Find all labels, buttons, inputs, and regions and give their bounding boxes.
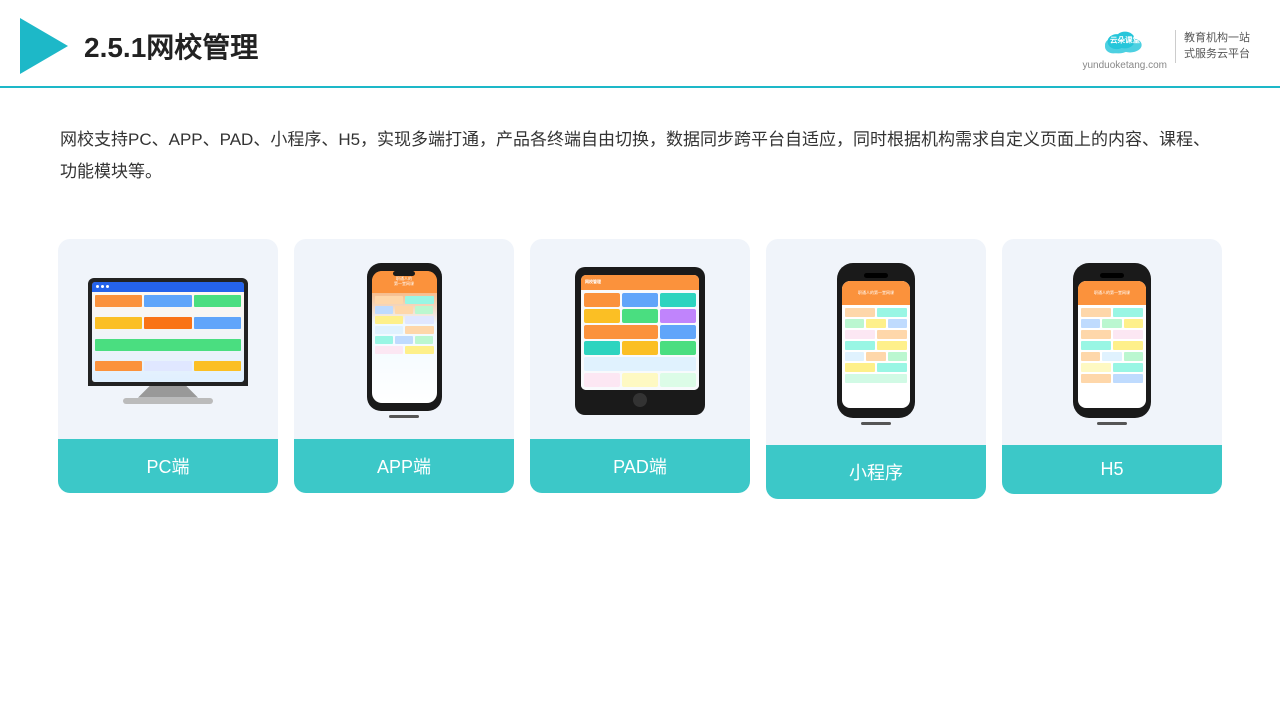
tablet-top-text: 网校管理	[585, 279, 601, 285]
app-label: APP端	[294, 439, 514, 493]
pc-device	[88, 278, 248, 404]
app-image-area: 职通人的第一堂网课	[294, 239, 514, 439]
mini-phone-screen: 职通人的第一堂网课	[842, 281, 910, 408]
page-title: 2.5.1网校管理	[84, 26, 258, 66]
description-paragraph: 网校支持PC、APP、PAD、小程序、H5，实现多端打通，产品各终端自由切换，数…	[60, 124, 1220, 189]
app-phone-notch	[393, 271, 415, 276]
miniprogram-card: 职通人的第一堂网课	[766, 239, 986, 499]
pc-stand	[138, 386, 198, 398]
h5-label: H5	[1002, 445, 1222, 494]
app-phone-frame: 职通人的第一堂网课	[367, 263, 442, 411]
header-right: 云朵课堂 yunduoketang.com 教育机构一站 式服务云平台	[1082, 22, 1250, 71]
app-header-text: 职通人的第一堂网课	[394, 277, 414, 287]
tablet-frame: 网校管理	[575, 267, 705, 415]
pc-monitor	[88, 278, 248, 386]
h5-image-area: 职通人的第一堂网课	[1002, 239, 1222, 445]
miniprogram-image-area: 职通人的第一堂网课	[766, 239, 986, 445]
miniprogram-label: 小程序	[766, 445, 986, 499]
mini-top-text: 职通人的第一堂网课	[858, 290, 894, 296]
cloud-icon: 云朵课堂	[1100, 22, 1150, 58]
brand-logo: 云朵课堂 yunduoketang.com	[1082, 22, 1167, 71]
pc-screen	[92, 282, 244, 382]
header-left: 2.5.1网校管理	[20, 18, 258, 74]
h5-phone-notch	[1100, 273, 1124, 278]
mini-phone-home	[861, 422, 891, 425]
cards-container: PC端 职通人的第一堂网课	[0, 209, 1280, 529]
tablet-home-button	[633, 393, 647, 407]
app-phone-home	[389, 415, 419, 418]
tablet-device: 网校管理	[575, 267, 705, 415]
app-phone-device: 职通人的第一堂网课	[367, 263, 442, 418]
header: 2.5.1网校管理 云朵课堂 yunduoketang.com 教育机构一站 式…	[0, 0, 1280, 88]
mini-phone-frame: 职通人的第一堂网课	[837, 263, 915, 418]
h5-phone-frame: 职通人的第一堂网课	[1073, 263, 1151, 418]
h5-phone-home	[1097, 422, 1127, 425]
mini-phone-notch	[864, 273, 888, 278]
h5-card: 职通人的第一堂网课	[1002, 239, 1222, 494]
pc-base	[123, 398, 213, 404]
pc-label: PC端	[58, 439, 278, 493]
app-phone-screen: 职通人的第一堂网课	[372, 271, 437, 403]
app-card: 职通人的第一堂网课	[294, 239, 514, 493]
pc-image-area	[58, 239, 278, 439]
pad-card: 网校管理	[530, 239, 750, 493]
h5-top-text: 职通人的第一堂网课	[1094, 290, 1130, 296]
logo-triangle-icon	[20, 18, 68, 74]
description-text: 网校支持PC、APP、PAD、小程序、H5，实现多端打通，产品各终端自由切换，数…	[0, 88, 1280, 209]
pad-label: PAD端	[530, 439, 750, 493]
brand-slogan: 教育机构一站 式服务云平台	[1175, 30, 1250, 63]
h5-phone-screen: 职通人的第一堂网课	[1078, 281, 1146, 408]
tablet-screen: 网校管理	[581, 275, 699, 390]
brand-domain: yunduoketang.com	[1082, 60, 1167, 71]
mini-phone-device: 职通人的第一堂网课	[837, 263, 915, 425]
pc-card: PC端	[58, 239, 278, 493]
h5-phone-device: 职通人的第一堂网课	[1073, 263, 1151, 425]
svg-text:云朵课堂: 云朵课堂	[1110, 34, 1140, 44]
pad-image-area: 网校管理	[530, 239, 750, 439]
